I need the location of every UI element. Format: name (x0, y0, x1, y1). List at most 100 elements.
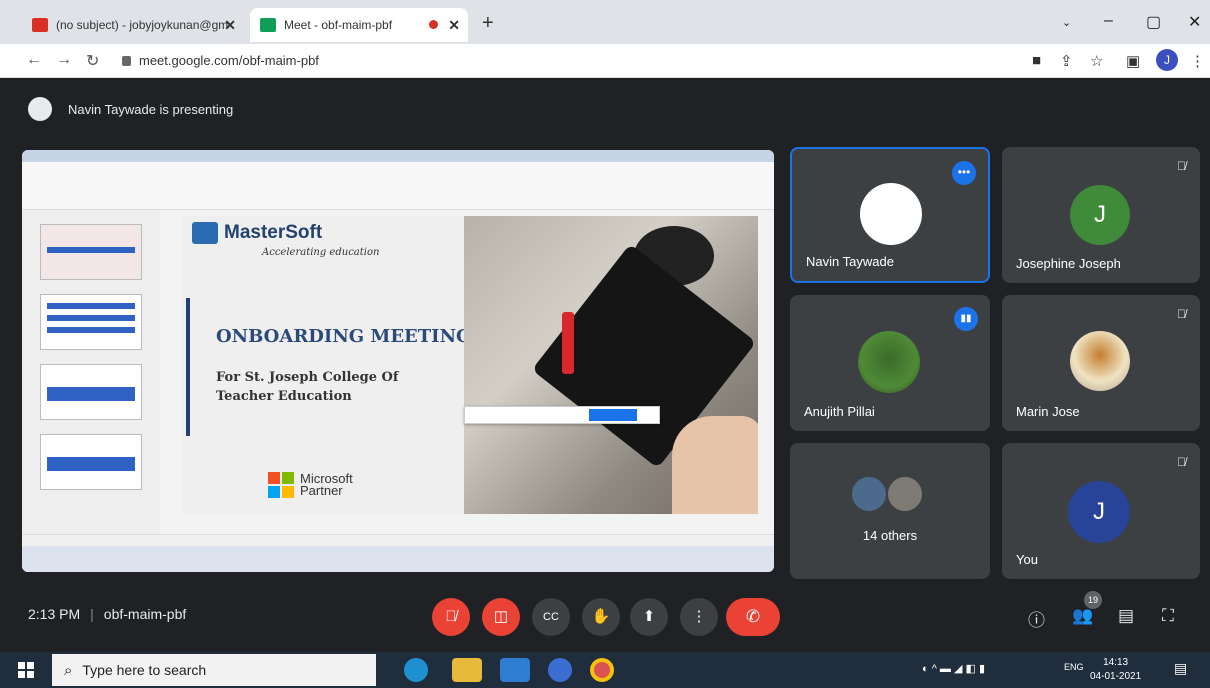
more-options-icon[interactable]: ••• (952, 161, 976, 185)
maximize-button[interactable]: ▢ (1146, 12, 1161, 32)
mic-toggle-button[interactable]: 🎙̸ (432, 598, 470, 636)
share-icon[interactable]: ⇪ (1060, 52, 1073, 70)
participant-tile-you[interactable]: J 🎙̸ You (1002, 443, 1200, 579)
shared-browser-tabs (22, 150, 774, 162)
mic-off-icon: 🎙̸ (1177, 159, 1186, 173)
slide-thumbnails (22, 210, 160, 540)
participant-name: You (1016, 552, 1038, 567)
search-icon: ⌕ (64, 661, 73, 679)
profile-avatar[interactable]: J (1156, 49, 1178, 71)
slide-thumbnail (40, 224, 142, 280)
raise-hand-button[interactable]: ✋ (582, 598, 620, 636)
captions-button[interactable]: CC (532, 598, 570, 636)
windows-taskbar: ⌕ Type here to search ◐ ^ ▬ ◢ ◧ ▮ ENG 14… (0, 652, 1210, 688)
participant-tile-anujith[interactable]: ▮▮ Anujith Pillai (790, 295, 990, 431)
edge-icon[interactable] (404, 658, 428, 682)
system-tray-icons[interactable]: ◐ ^ ▬ ◢ ◧ ▮ (922, 662, 985, 675)
microsoft-partner-logo: Microsoft Partner (268, 472, 353, 498)
brand-name: MasterSoft (224, 222, 323, 243)
present-button[interactable]: ⬆ (630, 598, 668, 636)
reload-button[interactable]: ↻ (86, 51, 99, 71)
slide-thumbnail (40, 364, 142, 420)
clock-time: 14:13 (1103, 657, 1129, 668)
more-options-button[interactable]: ⋮ (680, 598, 718, 636)
others-avatar (886, 475, 924, 513)
chrome-icon[interactable] (590, 658, 614, 682)
mastersoft-logo: MasterSoft (192, 222, 322, 244)
people-icon[interactable]: 👥 (1072, 606, 1093, 626)
file-explorer-icon[interactable] (452, 658, 482, 682)
participant-tile-others[interactable]: 14 others (790, 443, 990, 579)
taskbar-search-box[interactable]: ⌕ Type here to search (52, 654, 376, 686)
camera-toggle-button[interactable]: ◫ (482, 598, 520, 636)
shared-status-bar (22, 534, 774, 546)
accent-bar (186, 298, 190, 436)
tab-label: (no subject) - jobyjoykunan@gm (56, 18, 229, 32)
back-button[interactable]: ← (26, 51, 42, 69)
meeting-code: obf-maim-pbf (103, 606, 187, 622)
mastersoft-logo-mark-icon (192, 222, 218, 244)
participant-tile-josephine[interactable]: J 🎙̸ Josephine Joseph (1002, 147, 1200, 283)
participant-name: Marin Jose (1016, 404, 1080, 419)
presenter-avatar (28, 97, 52, 121)
participant-name: Josephine Joseph (1016, 256, 1121, 271)
menu-icon[interactable]: ⋮ (1190, 52, 1205, 70)
presenter-banner: Navin Taywade is presenting (28, 94, 233, 124)
tab-search-icon[interactable]: ⌄ (1062, 16, 1071, 29)
tab-meet[interactable]: Meet - obf-maim-pbf ✕ (250, 8, 468, 42)
mic-off-icon: 🎙̸ (1177, 307, 1186, 321)
clock-date: 04-01-2021 (1090, 671, 1142, 682)
slide-text-panel: MasterSoft Accelerating education ONBOAR… (182, 216, 471, 514)
windows-start-icon[interactable] (18, 662, 34, 678)
url-text: meet.google.com/obf-maim-pbf (139, 53, 319, 68)
marin-avatar (1070, 331, 1130, 391)
activities-icon[interactable]: ⛶ (1162, 606, 1174, 626)
tab-gmail[interactable]: (no subject) - jobyjoykunan@gm ✕ (22, 8, 244, 42)
close-tab-icon[interactable]: ✕ (224, 17, 236, 34)
chat-icon[interactable]: ▤ (1118, 606, 1134, 626)
bookmark-star-icon[interactable]: ☆ (1090, 52, 1103, 70)
others-avatar (850, 475, 888, 513)
meet-stage: Navin Taywade is presenting MasterSoft A… (0, 78, 1210, 652)
brand-tagline: Accelerating education (262, 247, 380, 258)
participant-tile-marin[interactable]: 🎙̸ Marin Jose (1002, 295, 1200, 431)
meeting-time: 2:13 PM (28, 606, 81, 622)
shared-ribbon (22, 162, 774, 210)
mail-icon[interactable] (500, 658, 530, 682)
sharing-notice-popup (464, 406, 660, 424)
leave-call-button[interactable]: ✆ (726, 598, 780, 636)
slide-thumbnail (40, 434, 142, 490)
close-window-button[interactable]: ✕ (1188, 12, 1201, 32)
microsoft-logo-icon (268, 472, 294, 498)
participant-name: Anujith Pillai (804, 404, 875, 419)
forward-button[interactable]: → (56, 51, 72, 69)
app-icon[interactable] (548, 658, 572, 682)
stop-sharing-button[interactable] (589, 409, 637, 421)
minimize-button[interactable]: – (1104, 12, 1113, 30)
side-panel-icon[interactable]: ▣ (1126, 52, 1140, 70)
close-tab-icon[interactable]: ✕ (448, 17, 460, 34)
new-tab-button[interactable]: + (482, 12, 494, 35)
anujith-avatar (858, 331, 920, 393)
people-count-badge: 19 (1084, 591, 1102, 609)
taskbar-clock[interactable]: 14:13 04-01-2021 (1090, 656, 1141, 684)
slide-subtitle: For St. Joseph College Of Teacher Educat… (216, 370, 399, 404)
josephine-avatar: J (1070, 185, 1130, 245)
graduation-cap-photo (464, 216, 758, 514)
notifications-icon[interactable]: ▤ (1174, 660, 1187, 677)
mic-off-icon: 🎙̸ (1177, 455, 1186, 469)
partner-line2: Partner (300, 483, 343, 498)
slide-thumbnail (40, 294, 142, 350)
language-indicator[interactable]: ENG (1064, 662, 1084, 672)
others-count: 14 others (862, 528, 918, 543)
camera-icon[interactable]: ■ (1032, 52, 1041, 69)
meeting-info: 2:13 PM | obf-maim-pbf (28, 606, 187, 622)
tab-label: Meet - obf-maim-pbf (284, 18, 393, 32)
address-bar: ← → ↻ meet.google.com/obf-maim-pbf ■ ⇪ ☆… (0, 44, 1210, 78)
meeting-details-icon[interactable]: ⓘ (1028, 606, 1045, 631)
meet-icon (260, 18, 276, 32)
participant-tile-navin[interactable]: ••• Navin Taywade (790, 147, 990, 283)
search-placeholder: Type here to search (82, 662, 207, 678)
url-field[interactable]: meet.google.com/obf-maim-pbf (122, 53, 319, 68)
screen: (no subject) - jobyjoykunan@gm ✕ Meet - … (0, 0, 1210, 688)
